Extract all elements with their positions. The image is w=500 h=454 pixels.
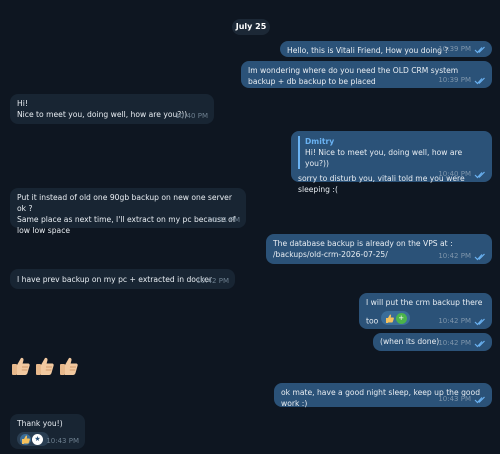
message-time: 10:43 PM bbox=[46, 437, 79, 445]
message-meta: 10:40 PM bbox=[175, 112, 208, 121]
message-time: 10:41 PM bbox=[207, 216, 240, 224]
message-bubble-outgoing-reply[interactable]: Dmitry Hi! Nice to meet you, doing well,… bbox=[291, 131, 492, 194]
message-bubble-incoming[interactable]: Thank you!) ★ 10:43 PM bbox=[10, 414, 85, 449]
message-text: (when its done) bbox=[380, 337, 440, 346]
message-meta: 10:42 PM bbox=[196, 277, 229, 286]
read-checkmarks-icon bbox=[474, 396, 485, 403]
message-bubble-outgoing[interactable]: (when its done) 10:42 PM bbox=[373, 333, 492, 351]
message-meta: 10:39 PM bbox=[438, 45, 486, 54]
thumbs-up-icon bbox=[12, 357, 30, 375]
message-bubble-incoming[interactable]: Hi! Nice to meet you, doing well, how ar… bbox=[10, 94, 214, 124]
green-circle-icon[interactable]: + bbox=[395, 312, 407, 324]
message-text: I have prev backup on my pc + extracted … bbox=[17, 275, 213, 284]
read-checkmarks-icon bbox=[474, 46, 485, 53]
message-bubble-incoming[interactable]: Put it instead of old one 90gb backup on… bbox=[10, 188, 246, 235]
reaction-group[interactable]: ★ bbox=[17, 432, 49, 446]
message-meta: 10:41 PM bbox=[207, 216, 240, 225]
read-checkmarks-icon bbox=[474, 253, 485, 260]
message-text: The database backup is already on the VP… bbox=[273, 239, 453, 259]
message-time: 10:40 PM bbox=[175, 112, 208, 120]
reply-quote[interactable]: Dmitry Hi! Nice to meet you, doing well,… bbox=[298, 136, 485, 169]
read-checkmarks-icon bbox=[474, 318, 485, 325]
message-time: 10:39 PM bbox=[438, 45, 471, 53]
date-separator: July 25 bbox=[232, 19, 270, 35]
reply-quote-text: Hi! Nice to meet you, doing well, how ar… bbox=[305, 148, 463, 168]
read-checkmarks-icon bbox=[474, 171, 485, 178]
reply-quote-author: Dmitry bbox=[305, 137, 335, 146]
message-text: Put it instead of old one 90gb backup on… bbox=[17, 193, 236, 235]
thumbs-up-icon bbox=[36, 357, 54, 375]
message-time: 10:42 PM bbox=[438, 252, 471, 260]
message-meta: 10:42 PM bbox=[438, 339, 486, 348]
message-time: 10:42 PM bbox=[438, 339, 471, 347]
message-bubble-outgoing[interactable]: Hello, this is Vitali Friend, How you do… bbox=[280, 41, 492, 57]
thumbs-up-icon[interactable] bbox=[384, 313, 395, 324]
message-time: 10:42 PM bbox=[196, 277, 229, 285]
message-time: 10:43 PM bbox=[438, 395, 471, 403]
message-bubble-outgoing[interactable]: ok mate, have a good night sleep, keep u… bbox=[274, 383, 492, 408]
emoji-sticker-message[interactable] bbox=[10, 355, 80, 377]
message-text: Hi! Nice to meet you, doing well, how ar… bbox=[17, 99, 188, 119]
message-time: 10:39 PM bbox=[438, 76, 471, 84]
message-text: Thank you!) bbox=[17, 419, 63, 428]
message-bubble-outgoing[interactable]: I will put the crm backup there too + 10… bbox=[359, 293, 492, 329]
message-time: 10:42 PM bbox=[438, 317, 471, 325]
message-text: Im wondering where do you need the OLD C… bbox=[248, 66, 459, 86]
message-meta: 10:40 PM bbox=[438, 170, 486, 179]
message-meta: 10:43 PM bbox=[46, 437, 79, 446]
message-bubble-outgoing[interactable]: Im wondering where do you need the OLD C… bbox=[241, 61, 492, 88]
message-meta: 10:42 PM bbox=[438, 317, 486, 326]
read-checkmarks-icon bbox=[474, 77, 485, 84]
message-bubble-incoming[interactable]: I have prev backup on my pc + extracted … bbox=[10, 269, 235, 289]
message-bubble-outgoing[interactable]: The database backup is already on the VP… bbox=[266, 234, 492, 264]
star-badge-icon[interactable]: ★ bbox=[32, 433, 43, 445]
message-meta: 10:43 PM bbox=[438, 395, 486, 404]
thumbs-up-icon[interactable] bbox=[20, 433, 31, 445]
message-meta: 10:39 PM bbox=[438, 76, 486, 85]
read-checkmarks-icon bbox=[474, 340, 485, 347]
thumbs-up-icon bbox=[60, 357, 78, 375]
message-text: Hello, this is Vitali Friend, How you do… bbox=[287, 46, 449, 55]
reaction-group[interactable]: + bbox=[380, 311, 410, 325]
message-time: 10:40 PM bbox=[438, 170, 471, 178]
message-meta: 10:42 PM bbox=[438, 252, 486, 261]
